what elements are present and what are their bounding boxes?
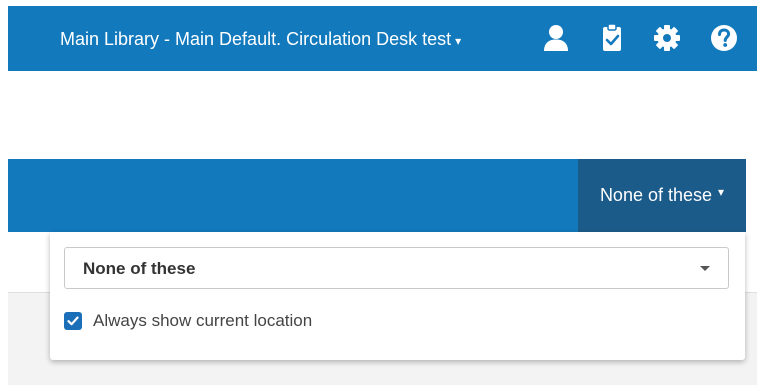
location-toggle-label: None of these: [599, 185, 713, 205]
location-select[interactable]: None of these: [64, 247, 729, 289]
user-icon[interactable]: [542, 23, 570, 53]
location-toggle-button[interactable]: None of these ▾: [578, 159, 746, 232]
always-show-location-option[interactable]: Always show current location: [64, 310, 312, 332]
location-label: Main Library - Main Default. Circulation…: [60, 29, 452, 49]
clipboard-check-icon[interactable]: [598, 23, 626, 53]
select-arrow-icon: [700, 266, 710, 271]
location-subheader-bar: None of these ▾: [8, 159, 746, 232]
chevron-down-icon: ▾: [455, 34, 462, 48]
location-menu[interactable]: Main Library - Main Default. Circulation…: [60, 28, 461, 50]
gear-icon[interactable]: [653, 23, 681, 53]
location-dropdown-panel: None of these Always show current locati…: [50, 232, 745, 360]
checkmark-icon: [67, 316, 79, 326]
help-icon[interactable]: [710, 23, 738, 53]
header-spacer: [0, 71, 757, 159]
caret-down-icon: ▾: [718, 184, 725, 199]
checkbox-label: Always show current location: [93, 311, 313, 330]
top-header-bar: Main Library - Main Default. Circulation…: [8, 6, 757, 71]
always-show-location-checkbox[interactable]: [64, 312, 82, 330]
location-select-value: None of these: [83, 259, 196, 278]
